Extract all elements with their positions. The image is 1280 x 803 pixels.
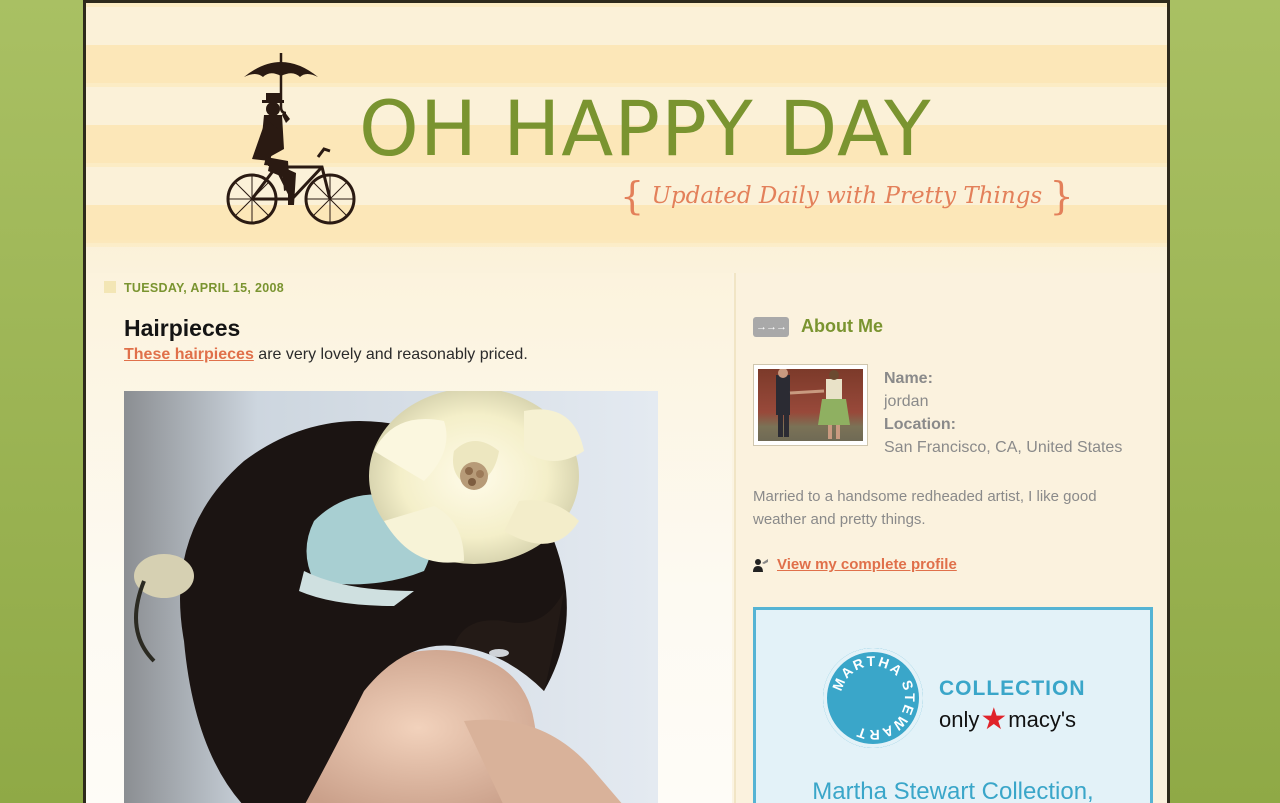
profile-link-row: View my complete profile — [753, 556, 957, 573]
cyclist-umbrella-logo — [226, 53, 356, 225]
location-label: Location: — [884, 416, 956, 433]
arrow-icon: →→→ — [753, 316, 789, 337]
ad-collection-text: COLLECTION — [939, 677, 1086, 700]
blog-header[interactable]: OH HAPPY DAY { Updated Daily with Pretty… — [86, 3, 1167, 273]
sidebar: →→→ About Me Name: jordan Location: San … — [734, 273, 1167, 803]
blog-page: OH HAPPY DAY { Updated Daily with Pretty… — [83, 0, 1170, 803]
site-title[interactable]: OH HAPPY DAY — [359, 91, 932, 167]
profile-person-icon — [753, 558, 768, 572]
post-link[interactable]: These hairpieces — [124, 346, 254, 363]
about-me-title: About Me — [801, 316, 883, 336]
hairpiece-photo — [124, 391, 658, 803]
post-body-text: are very lovely and reasonably priced. — [253, 346, 528, 363]
profile-description: Married to a handsome redheaded artist, … — [753, 488, 1097, 528]
post-body: These hairpieces are very lovely and rea… — [124, 346, 528, 364]
name-value: jordan — [884, 393, 929, 410]
profile-photo[interactable] — [753, 364, 868, 446]
about-me-heading: →→→ About Me — [753, 316, 883, 337]
profile-info: Name: jordan Location: San Francisco, CA… — [884, 367, 1122, 459]
macys-star-icon: ★ — [980, 703, 1008, 736]
post-date: TUESDAY, APRIL 15, 2008 — [104, 281, 284, 295]
site-tagline: { Updated Daily with Pretty Things } — [620, 174, 1074, 218]
martha-stewart-seal-logo: MARTHA STEWART — [823, 648, 923, 748]
main-column: TUESDAY, APRIL 15, 2008 Hairpieces These… — [86, 273, 732, 803]
location-value: San Francisco, CA, United States — [884, 439, 1123, 456]
post-title[interactable]: Hairpieces — [124, 315, 240, 342]
couple-photo — [758, 369, 863, 441]
ad-caption: Martha Stewart Collection, — [812, 778, 1094, 803]
name-label: Name: — [884, 370, 933, 387]
view-profile-link[interactable]: View my complete profile — [777, 556, 957, 573]
martha-stewart-ad[interactable]: MARTHA STEWART COLLECTION only ★ macy's … — [753, 607, 1153, 803]
post-image[interactable] — [124, 391, 658, 803]
date-bullet-icon — [104, 281, 116, 293]
ad-only-macys: only ★ macy's — [939, 703, 1077, 736]
svg-text:MARTHA STEWART: MARTHA STEWART — [829, 653, 918, 743]
